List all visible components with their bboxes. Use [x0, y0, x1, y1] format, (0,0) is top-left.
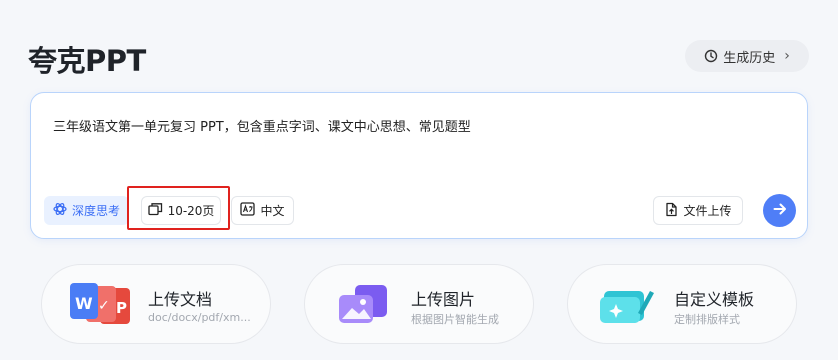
language-select[interactable]: 中文	[231, 196, 294, 225]
upload-image-subtitle: 根据图片智能生成	[411, 313, 499, 326]
upload-document-subtitle: doc/docx/pdf/xm...	[148, 311, 251, 324]
chevron-right-icon: ›	[784, 48, 790, 64]
language-label: 中文	[260, 204, 285, 218]
clock-icon	[704, 49, 718, 63]
custom-template-title: 自定义模板	[674, 290, 755, 309]
atom-icon	[53, 202, 67, 219]
file-upload-icon	[664, 202, 678, 220]
deep-think-toggle[interactable]: 深度思考	[44, 196, 129, 225]
template-edit-icon	[596, 283, 656, 327]
custom-template-subtitle: 定制排版样式	[674, 313, 740, 326]
custom-template-card[interactable]: 自定义模板 定制排版样式	[567, 264, 797, 344]
file-upload-label: 文件上传	[683, 204, 732, 218]
file-upload-button[interactable]: 文件上传	[653, 196, 743, 225]
prompt-card[interactable]: 三年级语文第一单元复习 PPT，包含重点字词、课文中心思想、常见题型 深度思考 …	[30, 92, 808, 239]
upload-document-card[interactable]: W ✓ P 上传文档 doc/docx/pdf/xm...	[41, 264, 271, 344]
svg-text:P: P	[116, 299, 127, 317]
history-label: 生成历史	[723, 50, 776, 66]
page-title: 夸克PPT	[28, 44, 146, 78]
deep-think-label: 深度思考	[71, 204, 120, 218]
svg-text:✓: ✓	[98, 298, 110, 314]
upload-image-title: 上传图片	[411, 290, 476, 309]
pages-icon	[147, 202, 163, 219]
prompt-input[interactable]: 三年级语文第一单元复习 PPT，包含重点字词、课文中心思想、常见题型	[53, 116, 471, 135]
page-range-label: 10-20页	[167, 204, 215, 218]
send-button[interactable]	[763, 194, 796, 227]
upload-document-title: 上传文档	[148, 290, 213, 309]
history-button[interactable]: 生成历史 ›	[685, 40, 809, 72]
upload-image-card[interactable]: 上传图片 根据图片智能生成	[304, 264, 534, 344]
translate-icon	[240, 202, 256, 219]
arrow-right-icon	[772, 201, 788, 221]
svg-text:W: W	[75, 294, 93, 313]
image-upload-icon	[333, 283, 393, 327]
document-formats-icon: W ✓ P	[70, 283, 130, 327]
page-range-select[interactable]: 10-20页	[141, 196, 221, 225]
